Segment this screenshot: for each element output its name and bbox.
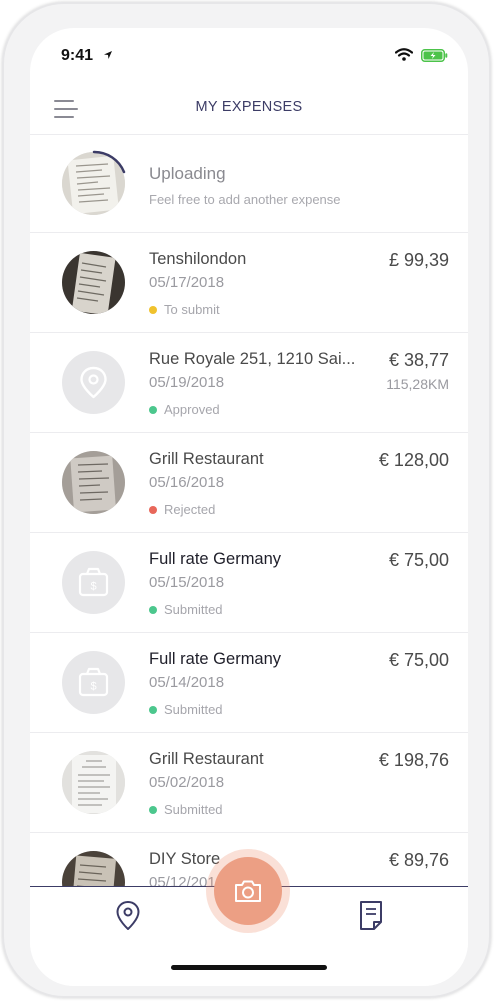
expense-amount: € 38,77 <box>388 350 449 370</box>
expense-row[interactable]: Tenshilondon 05/17/2018 To submit £ 99,3… <box>30 233 468 333</box>
wifi-icon <box>395 48 413 61</box>
status-dot <box>149 706 157 714</box>
status-dot <box>149 606 157 614</box>
status-dot <box>149 806 157 814</box>
location-arrow-icon <box>104 51 112 59</box>
status-badge: Submitted <box>149 802 223 817</box>
location-thumbnail <box>62 351 125 414</box>
document-icon[interactable] <box>358 899 384 931</box>
money-bag-icon: $ <box>78 667 109 697</box>
expense-date: 05/02/2018 <box>149 774 225 791</box>
money-bag-icon: $ <box>78 567 109 597</box>
status-badge: To submit <box>149 302 220 317</box>
home-indicator[interactable] <box>171 965 327 970</box>
expense-name: Rue Royale 251, 1210 Sai... <box>149 350 356 368</box>
upload-progress-arc <box>92 150 126 174</box>
allowance-thumbnail: $ <box>62 551 125 614</box>
receipt-thumbnail <box>62 751 125 814</box>
status-label: Submitted <box>164 602 223 617</box>
expense-name: Grill Restaurant <box>149 750 264 768</box>
uploading-title: Uploading <box>149 164 226 183</box>
uploading-row: Uploading Feel free to add another expen… <box>30 134 468 233</box>
expense-row[interactable]: Rue Royale 251, 1210 Sai... 05/19/2018 A… <box>30 333 468 433</box>
expense-amount: € 75,00 <box>388 650 449 670</box>
uploading-subtitle: Feel free to add another expense <box>149 192 341 207</box>
app-screen: 9:41 MY EXPENSES Uploading Feel free to … <box>30 28 468 986</box>
expense-row[interactable]: $ Full rate Germany 05/15/2018 Submitted… <box>30 533 468 633</box>
expense-list: Uploading Feel free to add another expen… <box>30 134 468 933</box>
expense-date: 05/15/2018 <box>149 574 225 591</box>
receipt-photo-icon <box>62 751 125 814</box>
map-pin-icon[interactable] <box>114 899 142 933</box>
status-label: To submit <box>164 302 220 317</box>
camera-button-core <box>214 857 282 925</box>
receipt-thumbnail <box>62 451 125 514</box>
status-label: Approved <box>164 402 220 417</box>
receipt-thumbnail <box>62 251 125 314</box>
status-time: 9:41 <box>61 47 94 64</box>
status-badge: Approved <box>149 402 220 417</box>
expense-name: Full rate Germany <box>149 550 282 568</box>
phone-frame: 9:41 MY EXPENSES Uploading Feel free to … <box>2 2 491 998</box>
status-dot <box>149 306 157 314</box>
expense-row[interactable]: $ Full rate Germany 05/14/2018 Submitted… <box>30 633 468 733</box>
expense-name: Tenshilondon <box>149 250 247 268</box>
expense-date: 05/16/2018 <box>149 474 225 491</box>
svg-text:$: $ <box>90 581 96 593</box>
status-badge: Rejected <box>149 502 215 517</box>
location-pin-icon <box>80 366 107 399</box>
expense-amount: € 128,00 <box>378 450 449 470</box>
receipt-photo-icon <box>62 251 125 314</box>
expense-row[interactable]: Grill Restaurant 05/02/2018 Submitted € … <box>30 733 468 833</box>
expense-amount: £ 99,39 <box>388 250 449 270</box>
expense-row[interactable]: Grill Restaurant 05/16/2018 Rejected € 1… <box>30 433 468 533</box>
expense-distance: 115,28KM <box>386 376 449 392</box>
expense-name: Full rate Germany <box>149 650 282 668</box>
battery-icon <box>421 49 448 62</box>
expense-date: 05/14/2018 <box>149 674 225 691</box>
status-bar: 9:41 <box>30 28 468 84</box>
expense-date: 05/19/2018 <box>149 374 225 391</box>
expense-amount: € 89,76 <box>388 850 449 870</box>
camera-icon <box>235 880 261 902</box>
expense-date: 05/17/2018 <box>149 274 225 291</box>
receipt-photo-icon <box>62 451 125 514</box>
app-header: MY EXPENSES <box>30 84 468 135</box>
status-label: Submitted <box>164 802 223 817</box>
status-label: Submitted <box>164 702 223 717</box>
status-dot <box>149 506 157 514</box>
expense-name: Grill Restaurant <box>149 450 264 468</box>
status-badge: Submitted <box>149 602 223 617</box>
status-dot <box>149 406 157 414</box>
camera-button[interactable] <box>206 849 290 933</box>
status-label: Rejected <box>164 502 216 517</box>
allowance-thumbnail: $ <box>62 651 125 714</box>
svg-text:$: $ <box>90 681 96 693</box>
page-title: MY EXPENSES <box>195 99 303 115</box>
expense-amount: € 75,00 <box>388 550 449 570</box>
status-badge: Submitted <box>149 702 223 717</box>
expense-amount: € 198,76 <box>378 750 449 770</box>
